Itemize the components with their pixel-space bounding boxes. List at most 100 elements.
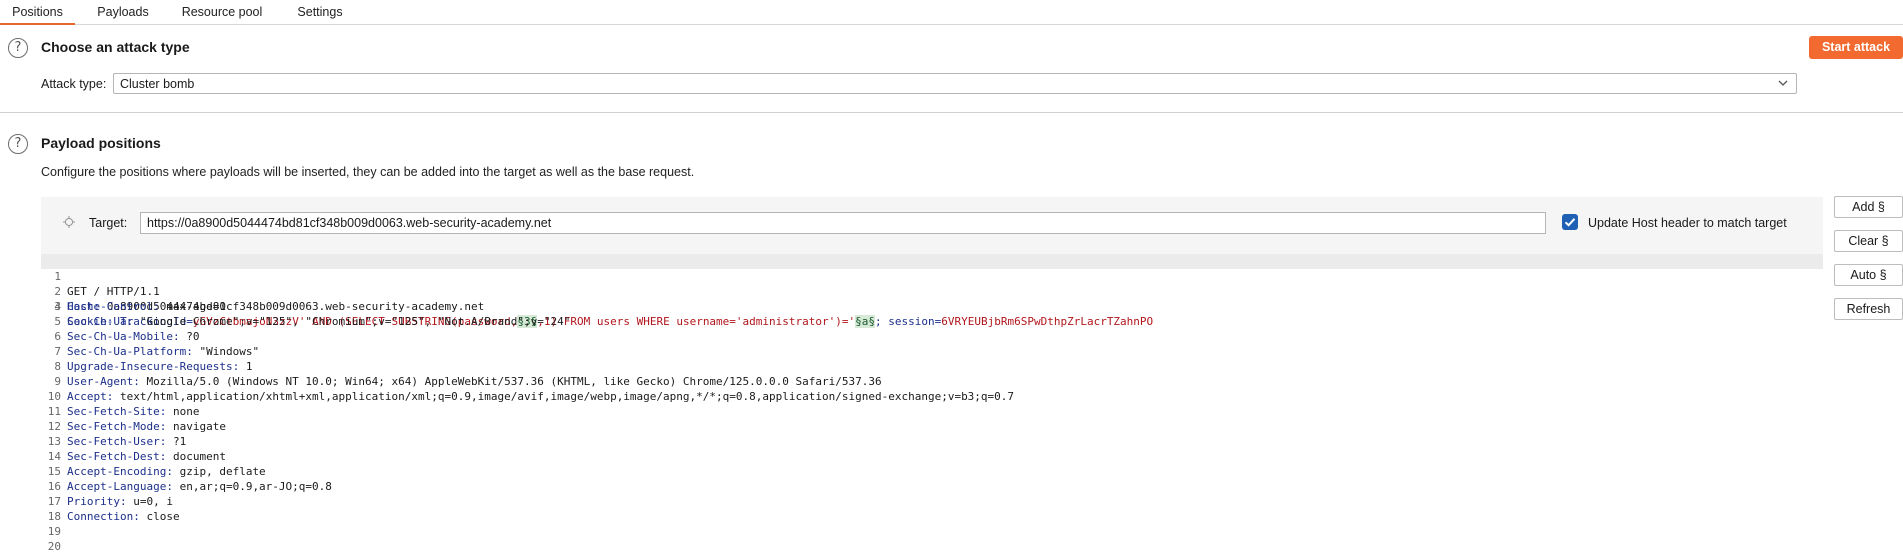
payload-positions-title: Payload positions bbox=[41, 135, 161, 151]
attack-type-select[interactable]: Cluster bomb bbox=[113, 73, 1797, 94]
header-value: en,ar;q=0.9,ar-JO;q=0.8 bbox=[172, 480, 332, 493]
header-value: Mozilla/5.0 (Windows NT 10.0; Win64; x64… bbox=[139, 375, 882, 388]
request-line: 2 Host: 0a8900d5044474bd81cf348b009d0063… bbox=[41, 269, 1823, 313]
line-number: 17 bbox=[47, 495, 61, 508]
header-key: Sec-Fetch-Dest bbox=[67, 450, 160, 463]
chevron-down-icon bbox=[1778, 80, 1788, 86]
header-line: Priority: u=0, i bbox=[67, 495, 173, 508]
header-value: u=0, i bbox=[126, 495, 173, 508]
header-line: Sec-Ch-Ua-Platform: "Windows" bbox=[67, 345, 260, 358]
line-number: 20 bbox=[47, 540, 61, 553]
crosshair-icon bbox=[63, 216, 75, 228]
tab-settings[interactable]: Settings bbox=[285, 0, 355, 23]
header-key: Priority bbox=[67, 495, 120, 508]
line-number: 8 bbox=[54, 360, 61, 373]
header-value: ?1 bbox=[166, 435, 187, 448]
header-key: Sec-Ch-Ua-Platform bbox=[67, 345, 187, 358]
line-number: 11 bbox=[47, 405, 61, 418]
header-key: Sec-Ch-Ua-Mobile bbox=[67, 330, 173, 343]
header-value: max-age=0 bbox=[159, 300, 226, 313]
request-line: 17 Priority: u=0, i bbox=[41, 494, 1823, 509]
request-line: 13 Sec-Fetch-User: ?1 bbox=[41, 434, 1823, 449]
target-url-value: https://0a8900d5044474bd81cf348b009d0063… bbox=[147, 216, 552, 230]
header-line: Sec-Ch-Ua-Mobile: ?0 bbox=[67, 330, 200, 343]
target-url-input[interactable]: https://0a8900d5044474bd81cf348b009d0063… bbox=[140, 212, 1546, 234]
update-host-checkbox[interactable] bbox=[1562, 214, 1578, 230]
line-number: 18 bbox=[47, 510, 61, 523]
request-line: 20 bbox=[41, 539, 1823, 554]
header-value: none bbox=[166, 405, 200, 418]
line-number: 12 bbox=[47, 420, 61, 433]
header-line: Sec-Fetch-Mode: navigate bbox=[67, 420, 226, 433]
header-key: Accept-Encoding bbox=[67, 465, 167, 478]
tab-positions[interactable]: Positions bbox=[0, 0, 75, 25]
header-value: navigate bbox=[166, 420, 226, 433]
tab-payloads[interactable]: Payloads bbox=[88, 0, 158, 23]
target-label: Target: bbox=[89, 216, 128, 230]
header-value: "Google Chrome";v="125", "Chromium";v="1… bbox=[133, 315, 571, 328]
line-number: 7 bbox=[54, 345, 61, 358]
request-line: 14 Sec-Fetch-Dest: document bbox=[41, 449, 1823, 464]
section-divider bbox=[0, 112, 1903, 113]
line-number: 6 bbox=[54, 330, 61, 343]
header-key: Cache-Control bbox=[67, 300, 154, 313]
request-line: 4 Cache-Control: max-age=0 bbox=[41, 299, 1823, 314]
request-line: 9 User-Agent: Mozilla/5.0 (Windows NT 10.… bbox=[41, 374, 1823, 389]
header-value: text/html,application/xhtml+xml,applicat… bbox=[113, 390, 1015, 403]
header-key: Accept-Language bbox=[67, 480, 167, 493]
header-line: Accept-Language: en,ar;q=0.9,ar-JO;q=0.8 bbox=[67, 480, 332, 493]
header-value: close bbox=[139, 510, 180, 523]
header-line: User-Agent: Mozilla/5.0 (Windows NT 10.0… bbox=[67, 375, 882, 388]
request-line: 15 Accept-Encoding: gzip, deflate bbox=[41, 464, 1823, 479]
header-line: Sec-Fetch-Dest: document bbox=[67, 450, 226, 463]
header-key: Sec-Fetch-Site bbox=[67, 405, 160, 418]
request-editor[interactable]: 1 GET / HTTP/1.1 2 Host: 0a8900d5044474b… bbox=[41, 254, 1823, 554]
attack-type-label: Attack type: bbox=[41, 77, 107, 91]
update-host-label: Update Host header to match target bbox=[1588, 216, 1787, 230]
header-value: ?0 bbox=[179, 330, 200, 343]
header-line: Sec-Fetch-Site: none bbox=[67, 405, 200, 418]
attack-type-value: Cluster bomb bbox=[120, 77, 195, 91]
tab-resource-pool[interactable]: Resource pool bbox=[170, 0, 274, 23]
request-line: 11 Sec-Fetch-Site: none bbox=[41, 404, 1823, 419]
header-value: 1 bbox=[239, 360, 253, 373]
request-line: 18 Connection: close bbox=[41, 509, 1823, 524]
tab-bar: Positions Payloads Resource pool Setting… bbox=[0, 0, 1903, 25]
header-key: Sec-Ch-Ua bbox=[67, 315, 127, 328]
header-line: Connection: close bbox=[67, 510, 180, 523]
clear-markers-button[interactable]: Clear § bbox=[1834, 230, 1903, 252]
request-line: 6 Sec-Ch-Ua-Mobile: ?0 bbox=[41, 329, 1823, 344]
request-line: 1 GET / HTTP/1.1 bbox=[41, 254, 1823, 298]
request-line: 7 Sec-Ch-Ua-Platform: "Windows" bbox=[41, 344, 1823, 359]
start-attack-button[interactable]: Start attack bbox=[1809, 36, 1903, 59]
line-number: 9 bbox=[54, 375, 61, 388]
refresh-button[interactable]: Refresh bbox=[1834, 298, 1903, 320]
auto-markers-button[interactable]: Auto § bbox=[1834, 264, 1903, 286]
request-line: 19 bbox=[41, 524, 1823, 539]
line-number: 19 bbox=[47, 525, 61, 538]
request-line: 3 Cookie: TrackingId=yGVzCtbmajoN3zzV' A… bbox=[41, 284, 1823, 328]
payload-positions-description: Configure the positions where payloads w… bbox=[41, 165, 695, 179]
line-number: 16 bbox=[47, 480, 61, 493]
header-key: Connection bbox=[67, 510, 134, 523]
request-line: 8 Upgrade-Insecure-Requests: 1 bbox=[41, 359, 1823, 374]
help-icon[interactable]: ? bbox=[8, 134, 28, 154]
add-marker-button[interactable]: Add § bbox=[1834, 196, 1903, 218]
header-key: Sec-Fetch-Mode bbox=[67, 420, 160, 433]
request-line: 16 Accept-Language: en,ar;q=0.9,ar-JO;q=0… bbox=[41, 479, 1823, 494]
header-key: Upgrade-Insecure-Requests bbox=[67, 360, 233, 373]
line-number: 5 bbox=[54, 315, 61, 328]
header-value: document bbox=[166, 450, 226, 463]
header-line: Accept-Encoding: gzip, deflate bbox=[67, 465, 266, 478]
line-number: 14 bbox=[47, 450, 61, 463]
line-number: 15 bbox=[47, 465, 61, 478]
request-line: 12 Sec-Fetch-Mode: navigate bbox=[41, 419, 1823, 434]
header-line: Cache-Control: max-age=0 bbox=[67, 300, 226, 313]
header-line: Accept: text/html,application/xhtml+xml,… bbox=[67, 390, 1015, 403]
attack-type-title: Choose an attack type bbox=[41, 39, 190, 55]
header-key: Sec-Fetch-User bbox=[67, 435, 160, 448]
help-icon[interactable]: ? bbox=[8, 38, 28, 58]
header-line: Sec-Ch-Ua: "Google Chrome";v="125", "Chr… bbox=[67, 315, 571, 328]
header-line: Upgrade-Insecure-Requests: 1 bbox=[67, 360, 253, 373]
header-line: Sec-Fetch-User: ?1 bbox=[67, 435, 187, 448]
